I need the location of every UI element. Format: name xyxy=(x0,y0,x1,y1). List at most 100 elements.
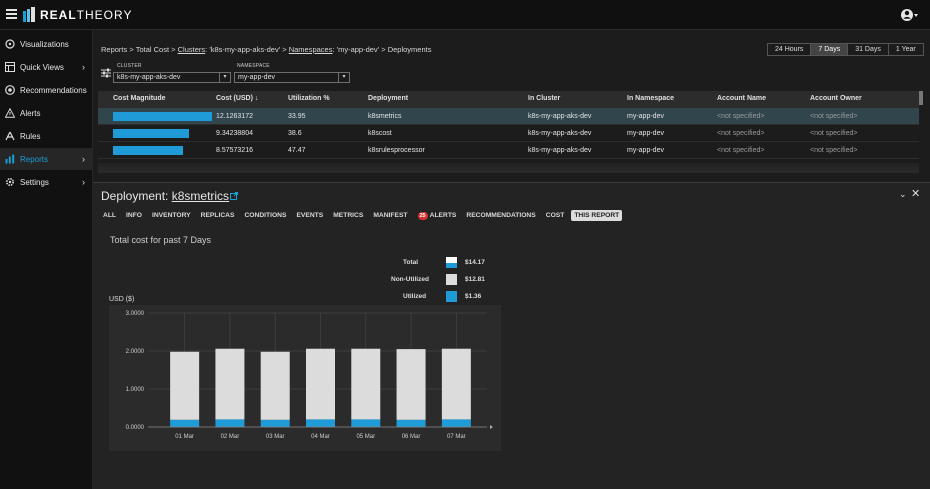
sidebar-item-settings[interactable]: Settings › xyxy=(0,171,93,193)
external-link-icon[interactable] xyxy=(230,192,238,200)
tab-info[interactable]: INFO xyxy=(123,210,145,221)
tab-events[interactable]: EVENTS xyxy=(293,210,326,221)
close-icon[interactable]: ✕ xyxy=(911,187,920,200)
bar-non-utilized[interactable] xyxy=(215,348,245,420)
time-range-option[interactable]: 24 Hours xyxy=(768,44,812,55)
cell-account-owner: <not specified> xyxy=(810,113,858,120)
chevron-down-icon: ▾ xyxy=(219,73,230,82)
namespace-filter-label: NAMESPACE xyxy=(237,63,270,69)
tab-metrics[interactable]: METRICS xyxy=(330,210,366,221)
col-header-account-name[interactable]: Account Name xyxy=(717,95,766,102)
breadcrumb-namespaces-link[interactable]: Namespaces xyxy=(289,45,333,54)
tab-recommendations[interactable]: RECOMMENDATIONS xyxy=(463,210,538,221)
bar-non-utilized[interactable] xyxy=(396,349,426,420)
tab-label: ALL xyxy=(103,212,116,219)
recommendations-icon xyxy=(5,85,15,95)
tab-label: CONDITIONS xyxy=(244,212,287,219)
namespace-select[interactable]: my-app-dev ▾ xyxy=(234,72,350,83)
col-header-namespace[interactable]: In Namespace xyxy=(627,95,674,102)
collapse-chevron-icon[interactable]: ⌄ xyxy=(899,189,907,200)
sidebar-item-label: Reports xyxy=(20,155,49,164)
breadcrumb: Reports > Total Cost > Clusters: 'k8s-my… xyxy=(101,45,431,54)
sidebar-item-alerts[interactable]: Alerts xyxy=(0,102,93,124)
cell-cluster: k8s-my-app-aks-dev xyxy=(528,130,592,137)
bar-non-utilized[interactable] xyxy=(441,348,471,420)
x-tick-label: 05 Mar xyxy=(356,434,375,440)
cell-cost: 9.34238804 xyxy=(216,130,253,137)
app-root: REALTHEORY Visualizations Quick Views › Rec… xyxy=(0,0,930,489)
user-account-icon[interactable] xyxy=(901,8,919,22)
tab-cost[interactable]: COST xyxy=(543,210,568,221)
y-tick-label: 2.0000 xyxy=(126,349,145,355)
time-range-option[interactable]: 1 Year xyxy=(889,44,923,55)
bar-non-utilized[interactable] xyxy=(170,351,200,420)
bar-utilized[interactable] xyxy=(260,419,290,427)
breadcrumb-namespace-value: : 'my-app-dev' xyxy=(332,45,380,54)
chevron-down-icon: ▾ xyxy=(338,73,349,82)
sidebar-item-reports[interactable]: Reports › xyxy=(0,148,93,170)
panel-title-prefix: Deployment: xyxy=(101,189,169,203)
bar-utilized[interactable] xyxy=(306,419,335,427)
time-range-option[interactable]: 7 Days xyxy=(811,44,849,55)
breadcrumb-separator: > xyxy=(129,45,134,54)
col-header-account-owner[interactable]: Account Owner xyxy=(810,95,862,102)
tab-replicas[interactable]: REPLICAS xyxy=(198,210,238,221)
tab-label: ALERTS xyxy=(429,212,457,219)
cell-deployment: k8srulesprocessor xyxy=(368,147,425,154)
cell-cost: 12.1263172 xyxy=(216,113,253,120)
bar-non-utilized[interactable] xyxy=(260,351,290,420)
legend-label: Utilized xyxy=(403,293,427,300)
tab-alerts[interactable]: 25 ALERTS xyxy=(415,210,460,221)
col-header-utilization[interactable]: Utilization % xyxy=(288,95,330,102)
breadcrumb-separator: > xyxy=(171,45,176,54)
sidebar-item-quick-views[interactable]: Quick Views › xyxy=(0,56,93,78)
cell-cluster: k8s-my-app-aks-dev xyxy=(528,113,592,120)
cost-magnitude-bar xyxy=(113,146,184,155)
sidebar-item-visualizations[interactable]: Visualizations xyxy=(0,33,93,55)
bar-utilized[interactable] xyxy=(351,419,381,427)
sidebar-item-rules[interactable]: Rules xyxy=(0,125,93,147)
col-header-cluster[interactable]: In Cluster xyxy=(528,95,560,102)
legend-swatch xyxy=(446,257,457,268)
col-header-deployment[interactable]: Deployment xyxy=(368,95,408,102)
cluster-select[interactable]: k8s-my-app-aks-dev ▾ xyxy=(113,72,231,83)
time-range-option[interactable]: 31 Days xyxy=(848,44,889,55)
bar-non-utilized[interactable] xyxy=(351,348,381,420)
tab-label: METRICS xyxy=(333,212,364,219)
tab-inventory[interactable]: INVENTORY xyxy=(149,210,194,221)
col-header-cost-magnitude[interactable]: Cost Magnitude xyxy=(113,95,166,102)
sidebar-item-label: Quick Views xyxy=(20,63,64,72)
breadcrumb-total-cost[interactable]: Total Cost xyxy=(136,45,169,54)
deployment-name-link[interactable]: k8smetrics xyxy=(172,189,229,203)
tab-conditions[interactable]: CONDITIONS xyxy=(241,210,289,221)
chevron-right-icon: › xyxy=(82,177,85,187)
cell-account-name: <not specified> xyxy=(717,130,765,137)
col-header-cost[interactable]: Cost (USD) ↓ xyxy=(216,95,258,102)
cell-util: 38.6 xyxy=(288,130,302,137)
table-row[interactable]: 8.57573216 47.47 k8srulesprocessor k8s-my-a… xyxy=(98,142,919,159)
table-row[interactable]: 12.1263172 33.95 k8smetrics k8s-my-app-aks-… xyxy=(98,108,919,125)
tab-all[interactable]: ALL xyxy=(100,210,119,221)
sidebar-item-label: Alerts xyxy=(20,109,41,118)
table-header: Cost Magnitude Cost (USD) ↓ Utilization … xyxy=(98,91,919,108)
table-row[interactable]: 9.34238804 38.6 k8scost k8s-my-app-aks-dev m… xyxy=(98,125,919,142)
bar-utilized[interactable] xyxy=(215,419,245,427)
menu-icon[interactable] xyxy=(6,9,17,19)
settings-icon xyxy=(5,177,15,187)
sidebar-item-recommendations[interactable]: Recommendations xyxy=(0,79,93,101)
legend-label: Non-Utilized xyxy=(391,276,429,283)
y-axis-label: USD ($) xyxy=(109,296,135,303)
tab-this-report[interactable]: THIS REPORT xyxy=(571,210,623,221)
bar-utilized[interactable] xyxy=(396,419,426,427)
namespace-select-value: my-app-dev xyxy=(238,74,275,81)
tab-manifest[interactable]: MANIFEST xyxy=(370,210,410,221)
bar-non-utilized[interactable] xyxy=(306,348,335,420)
time-range-selector: 24 Hours 7 Days 31 Days 1 Year xyxy=(767,43,924,56)
table-scrollbar[interactable] xyxy=(919,91,923,105)
bar-utilized[interactable] xyxy=(441,419,471,427)
cell-account-name: <not specified> xyxy=(717,113,765,120)
bar-utilized[interactable] xyxy=(170,419,200,427)
filter-sliders-icon[interactable] xyxy=(101,68,111,78)
breadcrumb-clusters-link[interactable]: Clusters xyxy=(178,45,206,54)
breadcrumb-reports[interactable]: Reports xyxy=(101,45,127,54)
